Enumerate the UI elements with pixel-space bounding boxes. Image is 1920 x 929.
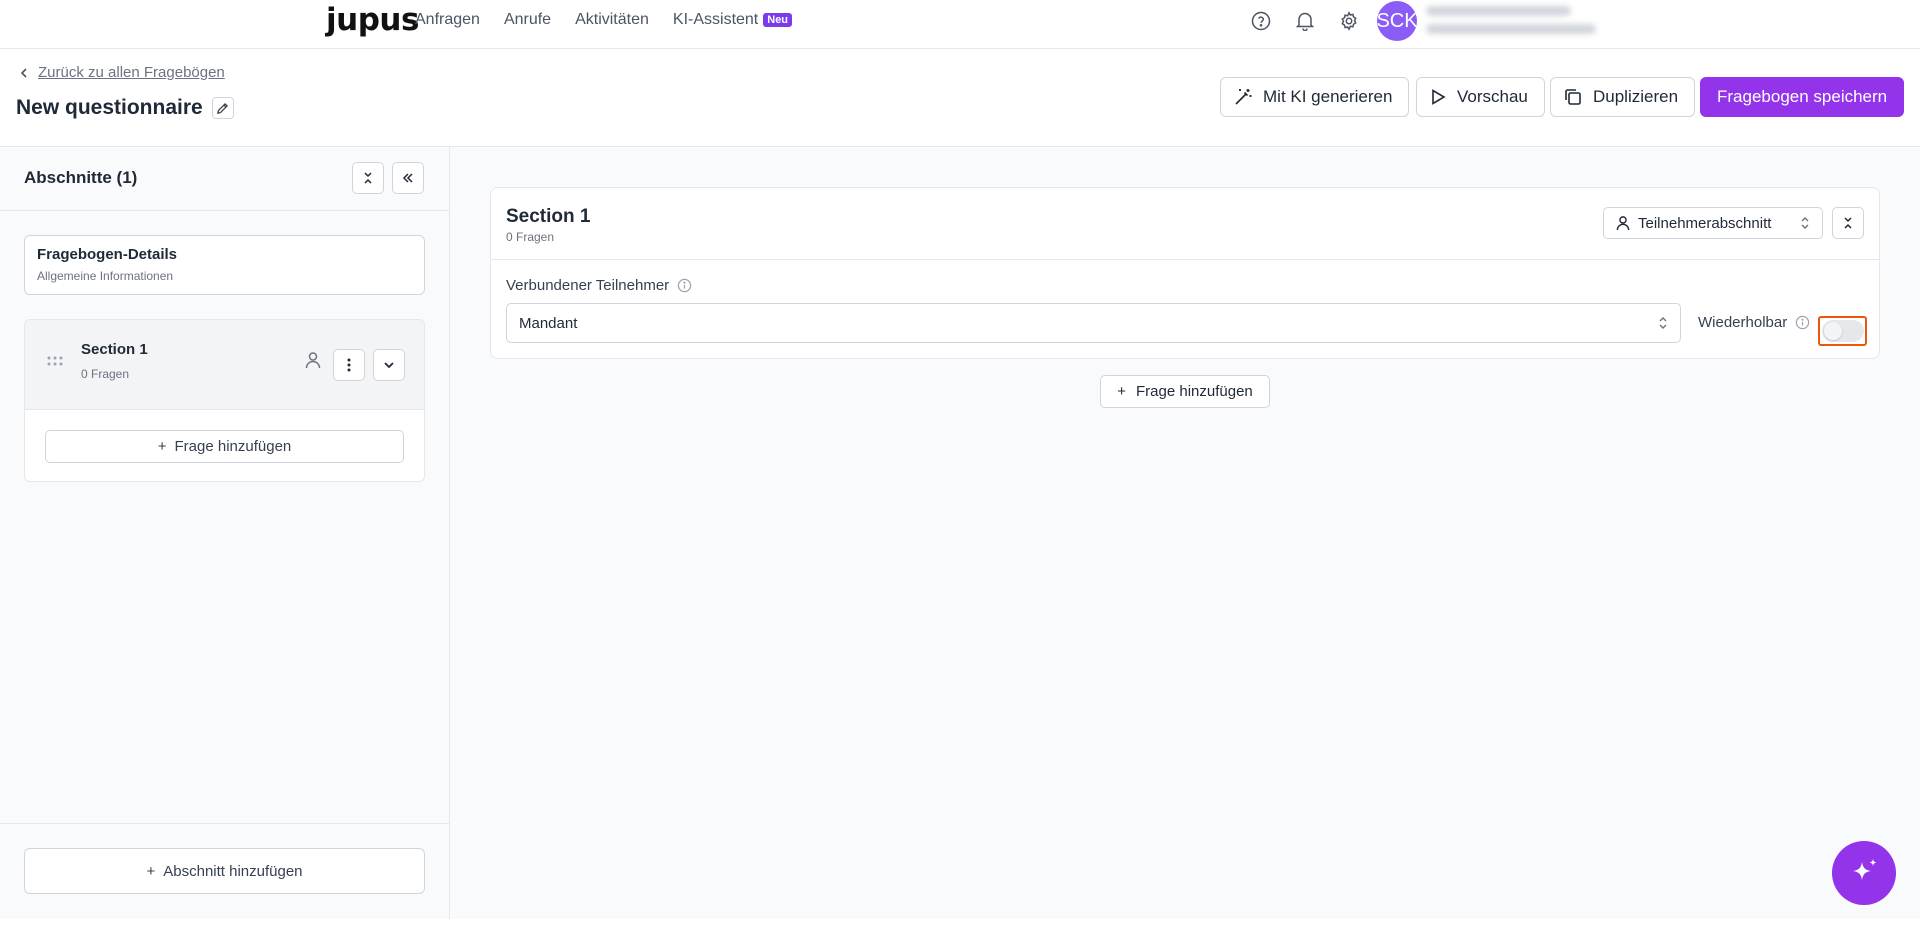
questionnaire-title: New questionnaire [16,96,203,119]
details-subtitle: Allgemeine Informationen [37,269,174,283]
info-icon[interactable] [1795,315,1810,330]
section-name: Section 1 [81,341,148,358]
copy-icon [1565,89,1581,105]
nav-item-aktivitaeten[interactable]: Aktivitäten [575,11,649,29]
details-title: Fragebogen-Details [37,246,178,263]
sparkle-icon [1853,859,1877,880]
collapse-all-button[interactable] [352,162,384,194]
save-button-label: Fragebogen speichern [1717,87,1888,106]
section-editor: Section 1 0 Fragen Teilnehmerabschnitt V… [450,147,1920,919]
nav-item-label: Anrufe [503,11,552,28]
add-question-label: Frage hinzufügen [174,438,292,455]
section-panel: Section 1 0 Fragen Teilnehmerabschnitt V… [490,187,1880,359]
help-circle-icon[interactable] [1250,10,1272,32]
linked-participant-select[interactable]: Mandant [506,303,1681,343]
back-link-label: Zurück zu allen Fragebögen [38,64,225,81]
pencil-icon [217,102,229,114]
nav-item-ki-assistent[interactable]: KI-Assistent Neu [672,11,793,29]
generate-with-ai-button[interactable]: Mit KI generieren [1220,77,1410,117]
linked-participant-label: Verbundener Teilnehmer [506,277,692,294]
section-type-select[interactable]: Teilnehmerabschnitt [1603,207,1823,239]
section-question-count: 0 Fragen [506,230,555,244]
user-icon [1616,216,1630,231]
toggle-knob [1823,322,1842,340]
section-more-button[interactable] [333,349,365,381]
add-question-button[interactable]: + Frage hinzufügen [1100,375,1270,408]
plus-icon: + [146,862,156,880]
new-badge: Neu [763,13,793,27]
chevron-left-icon [20,67,27,78]
more-vertical-icon [347,358,351,372]
add-section-label: Abschnitt hinzufügen [163,862,303,880]
nav-item-label: Aktivitäten [575,11,649,28]
preview-button[interactable]: Vorschau [1416,77,1545,117]
sections-sidebar: Abschnitte (1) Fragebogen-Details Allgem… [0,147,450,919]
save-questionnaire-button[interactable]: Fragebogen speichern [1700,77,1905,117]
chevron-up-down-icon [1801,217,1809,229]
ai-assistant-fab[interactable] [1832,841,1896,905]
plus-icon: + [1117,383,1126,400]
linked-participant-label-text: Verbundener Teilnehmer [506,277,670,294]
app-logo[interactable]: jupus [326,2,419,38]
linked-participant-value: Mandant [519,314,578,332]
gear-icon[interactable] [1338,10,1360,32]
generate-button-label: Mit KI generieren [1263,87,1393,106]
main-nav: Anfragen Anrufe Aktivitäten KI-Assistent… [415,11,793,29]
collapse-section-button[interactable] [1832,207,1864,239]
sidebar-header: Abschnitte (1) [0,147,449,211]
repeatable-toggle[interactable] [1821,320,1864,342]
section-title: Section 1 [506,206,591,227]
sections-title: Abschnitte (1) [24,168,138,187]
back-to-questionnaires-link[interactable]: Zurück zu allen Fragebögen [20,64,225,81]
repeatable-label: Wiederholbar [1698,314,1810,331]
collapse-vertical-icon [1844,217,1852,229]
play-icon [1432,89,1446,105]
questionnaire-header: Zurück zu allen Fragebögen New questionn… [0,49,1920,147]
nav-item-label: KI-Assistent [672,11,759,28]
nav-item-anfragen[interactable]: Anfragen [415,11,480,29]
chevron-up-down-icon [1659,317,1667,329]
preview-button-label: Vorschau [1457,87,1528,106]
sidebar-section-row[interactable]: Section 1 0 Fragen [25,320,424,410]
user-icon [305,352,321,369]
user-info-redacted [1426,6,1596,42]
drag-handle-icon[interactable] [47,356,63,366]
section-question-count: 0 Fragen [81,367,130,381]
sidebar-footer: + Abschnitt hinzufügen [0,823,449,919]
edit-title-button[interactable] [211,97,234,119]
user-avatar[interactable]: SCK [1376,1,1418,41]
chevrons-left-icon [402,173,413,183]
sidebar-section-card: Section 1 0 Fragen + Frage hinzufügen [24,319,425,482]
nav-item-label: Anfragen [415,11,480,28]
magic-wand-icon [1235,89,1252,105]
info-icon[interactable] [677,278,692,293]
add-question-label: Frage hinzufügen [1136,383,1253,400]
section-expand-button[interactable] [373,349,405,381]
plus-icon: + [157,438,167,455]
collapse-sidebar-button[interactable] [392,162,424,194]
questionnaire-details-card[interactable]: Fragebogen-Details Allgemeine Informatio… [24,235,425,295]
duplicate-button[interactable]: Duplizieren [1550,77,1696,117]
top-navigation-bar: jupus Anfragen Anrufe Aktivitäten KI-Ass… [0,0,1920,49]
sidebar-add-question-button[interactable]: + Frage hinzufügen [45,430,404,463]
nav-item-anrufe[interactable]: Anrufe [504,11,551,29]
bell-icon[interactable] [1294,10,1316,32]
section-type-value: Teilnehmerabschnitt [1638,214,1772,232]
section-panel-header: Section 1 0 Fragen Teilnehmerabschnitt [491,188,1879,260]
add-section-button[interactable]: + Abschnitt hinzufügen [24,848,425,894]
duplicate-button-label: Duplizieren [1593,87,1679,106]
page-title: New questionnaire [16,96,234,120]
repeatable-toggle-focus [1818,316,1867,346]
collapse-vertical-icon [364,172,372,184]
repeatable-label-text: Wiederholbar [1698,314,1788,331]
bottom-strip [0,919,1920,929]
chevron-down-icon [384,362,394,369]
